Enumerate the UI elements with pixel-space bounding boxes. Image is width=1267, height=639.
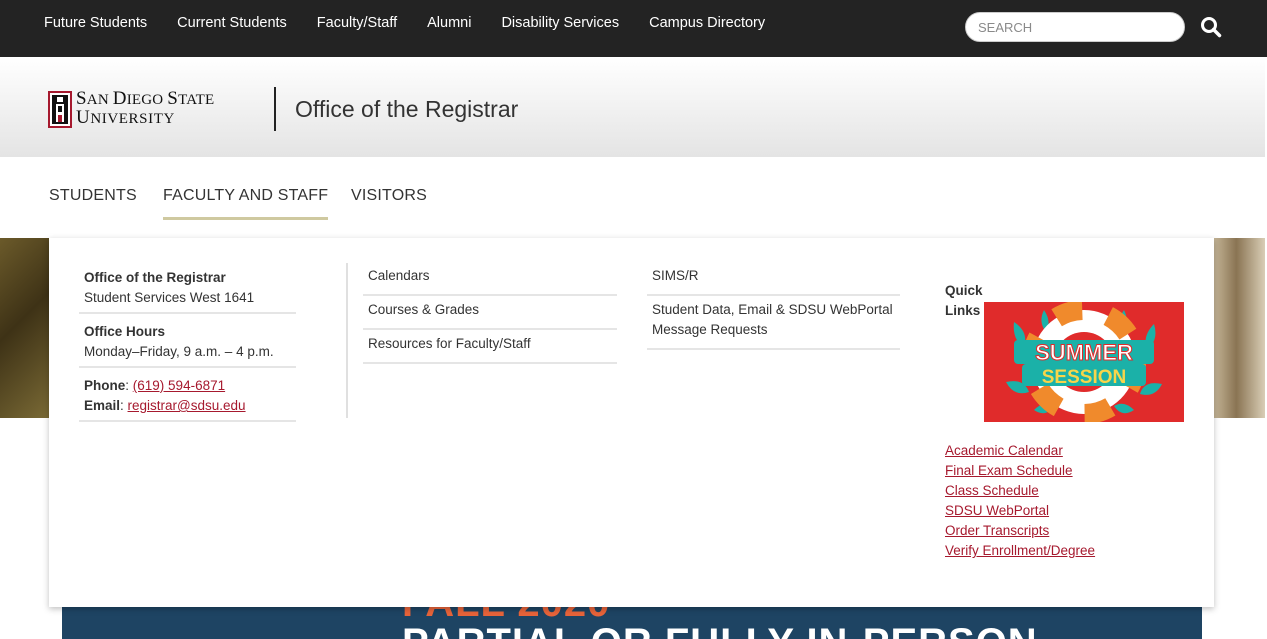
utility-link-campus-directory[interactable]: Campus Directory <box>649 14 765 32</box>
faculty-staff-mega-menu: Office of the Registrar Student Services… <box>49 238 1214 607</box>
banner-subheading: PARTIAL OR FULLY IN-PERSON <box>402 621 1038 639</box>
systems-links-column: SIMS/R Student Data, Email & SDSU WebPor… <box>647 266 900 354</box>
menu-link-sims-r[interactable]: SIMS/R <box>647 266 900 296</box>
office-location: Office of the Registrar Student Services… <box>79 268 296 314</box>
column-divider <box>346 263 348 418</box>
quick-link-sdsu-webportal[interactable]: SDSU WebPortal <box>945 501 1095 521</box>
menu-link-student-data-requests[interactable]: Student Data, Email & SDSU WebPortal Mes… <box>647 300 900 350</box>
announcement-banner: FALL 2020 PARTIAL OR FULLY IN-PERSON <box>62 607 1202 639</box>
quick-link-order-transcripts[interactable]: Order Transcripts <box>945 521 1095 541</box>
email-link[interactable]: registrar@sdsu.edu <box>128 398 246 413</box>
main-nav: STUDENTS FACULTY AND STAFF VISITORS <box>0 157 1265 238</box>
hero-image <box>1213 238 1265 418</box>
office-hours: Office Hours Monday–Friday, 9 a.m. – 4 p… <box>79 322 296 368</box>
office-hours-title: Office Hours <box>84 324 166 339</box>
utility-link-faculty-staff[interactable]: Faculty/Staff <box>317 14 397 32</box>
quick-links-label: Quick Links <box>945 281 987 321</box>
wordmark-letter: S <box>167 88 179 109</box>
phone-link[interactable]: (619) 594-6871 <box>133 378 225 393</box>
promo-line-2: SESSION <box>1042 367 1126 388</box>
wordmark-letters: NIVERSITY <box>90 111 175 127</box>
nav-visitors[interactable]: VISITORS <box>351 187 427 205</box>
summer-session-promo[interactable]: SUMMER SESSION <box>984 302 1184 422</box>
utility-link-disability-services[interactable]: Disability Services <box>501 14 619 32</box>
sdsu-logo[interactable]: SAN DIEGO STATE UNIVERSITY <box>48 88 215 128</box>
wordmark-letters: AN <box>86 92 113 108</box>
phone-label: Phone <box>84 378 126 393</box>
menu-link-courses-grades[interactable]: Courses & Grades <box>363 300 617 330</box>
university-wordmark: SAN DIEGO STATE UNIVERSITY <box>76 88 215 128</box>
office-hours-value: Monday–Friday, 9 a.m. – 4 p.m. <box>84 344 274 359</box>
nav-students[interactable]: STUDENTS <box>49 187 137 205</box>
utility-link-alumni[interactable]: Alumni <box>427 14 471 32</box>
search-input[interactable] <box>965 12 1185 42</box>
utility-nav: Future Students Current Students Faculty… <box>44 14 795 32</box>
menu-link-calendars[interactable]: Calendars <box>363 266 617 296</box>
quick-link-verify-enrollment[interactable]: Verify Enrollment/Degree <box>945 541 1095 561</box>
office-title: Office of the Registrar <box>84 270 226 285</box>
wordmark-letter: S <box>76 88 87 109</box>
site-header: SAN DIEGO STATE UNIVERSITY Office of the… <box>0 57 1265 157</box>
utility-link-future-students[interactable]: Future Students <box>44 14 147 32</box>
nav-faculty-and-staff[interactable]: FACULTY AND STAFF <box>163 187 329 220</box>
wordmark-letter: D <box>112 88 127 109</box>
promo-line-1: SUMMER <box>1035 340 1133 365</box>
menu-link-resources[interactable]: Resources for Faculty/Staff <box>363 334 617 364</box>
email-label: Email <box>84 398 121 413</box>
wordmark-letters: IEGO <box>126 92 168 108</box>
contact-info: Office of the Registrar Student Services… <box>79 268 296 430</box>
quick-links-label-text: Quick Links <box>945 283 983 318</box>
hero-image <box>0 238 50 418</box>
quick-link-class-schedule[interactable]: Class Schedule <box>945 481 1095 501</box>
wordmark-letter: U <box>76 107 91 128</box>
sdsu-tower-logo-icon <box>48 90 72 128</box>
quick-link-academic-calendar[interactable]: Academic Calendar <box>945 441 1095 461</box>
utility-bar: Future Students Current Students Faculty… <box>0 0 1267 57</box>
faculty-links-column: Calendars Courses & Grades Resources for… <box>363 266 617 368</box>
contact-details: Phone: (619) 594-6871 Email: registrar@s… <box>79 376 296 422</box>
search-button[interactable] <box>1200 16 1224 40</box>
life-ring-icon: SUMMER SESSION <box>984 302 1184 422</box>
quick-links-list: Academic Calendar Final Exam Schedule Cl… <box>945 441 1095 561</box>
utility-link-current-students[interactable]: Current Students <box>177 14 287 32</box>
site-title[interactable]: Office of the Registrar <box>295 96 518 123</box>
wordmark-letters: TATE <box>178 92 215 108</box>
office-address: Student Services West 1641 <box>84 290 255 305</box>
search-icon <box>1201 17 1222 38</box>
header-divider <box>274 87 276 131</box>
quick-link-final-exam-schedule[interactable]: Final Exam Schedule <box>945 461 1095 481</box>
